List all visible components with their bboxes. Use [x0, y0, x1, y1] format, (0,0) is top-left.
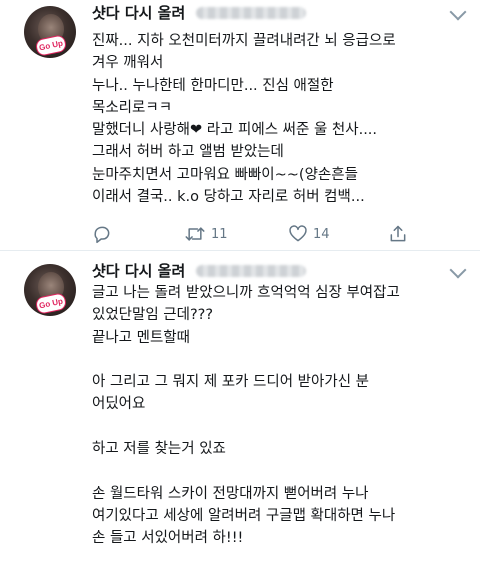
share-button[interactable]	[388, 222, 408, 246]
retweet-button[interactable]: 11	[184, 222, 228, 246]
action-bar: 11 14	[92, 222, 452, 246]
tweet-line: 손 들고 서있어버려 하!!!	[92, 530, 244, 547]
like-button[interactable]: 14	[288, 222, 330, 246]
chevron-down-icon[interactable]	[449, 3, 467, 21]
tweet-line	[92, 460, 462, 482]
tweet-line: 어딨어요	[92, 396, 146, 413]
tweet-line: 손 월드타워 스카이 전망대까지 뻗어버려 누나	[92, 485, 369, 502]
reply-icon	[94, 226, 110, 244]
like-count: 14	[313, 226, 330, 242]
tweet-line: 하고 저를 찾는거 있죠	[92, 441, 226, 458]
tweet-line: 그래서 허버 하고 앨범 받았는데	[92, 144, 284, 161]
chevron-down-icon[interactable]	[449, 261, 467, 279]
tweet-text: 진짜... 지하 오천미터까지 끌려내려간 뇌 응급으로 겨우 깨워서 누나..…	[92, 30, 462, 208]
tweet-line: 글고 나는 돌려 받았으니까 흐억억억 심장 부여잡고	[92, 285, 400, 301]
author-name[interactable]: 샷다 다시 올려	[92, 2, 185, 23]
blurred-handle	[196, 264, 307, 277]
retweet-count: 11	[211, 226, 228, 242]
tweet-line: 진짜... 지하 오천미터까지 끌려내려간 뇌 응급으로	[92, 33, 396, 49]
tweet-2[interactable]: Go Up 샷다 다시 올려 글고 나는 돌려 받았으니까 흐억억억 심장 부여…	[0, 252, 480, 564]
reply-button[interactable]	[92, 222, 117, 246]
tweet-line: 아 그리고 그 뭐지 제 포카 드디어 받아가신 분	[92, 374, 369, 391]
heart-icon	[289, 225, 307, 242]
tweet-text: 글고 나는 돌려 받았으니까 흐억억억 심장 부여잡고 있었단말임 근데??? …	[92, 282, 462, 550]
share-icon	[390, 225, 406, 242]
avatar[interactable]: Go Up	[24, 6, 76, 58]
tweet-line: 있었단말임 근데???	[92, 307, 214, 324]
divider	[0, 250, 480, 251]
retweet-icon	[185, 227, 205, 241]
tweet-line: 이래서 결국.. k.o 당하고 자리로 허버 컴백...	[92, 189, 365, 206]
tweet-line: 목소리로ㅋㅋ	[92, 99, 173, 116]
tweet-line: 여기있다고 세상에 알려버려 구글맵 확대하면 누나	[92, 507, 396, 524]
tweet-header: 샷다 다시 올려	[92, 260, 307, 282]
tweet-line: 눈마주치면서 고마워요 빠빠이~~(양손흔들	[92, 166, 358, 183]
tweet-line: 겨우 깨워서	[92, 55, 164, 72]
blurred-handle	[196, 6, 307, 19]
tweet-1[interactable]: Go Up 샷다 다시 올려 진짜... 지하 오천미터까지 끌려내려간 뇌 응…	[0, 0, 480, 252]
author-name[interactable]: 샷다 다시 올려	[92, 260, 185, 281]
tweet-line: 말했더니 사랑해❤ 라고 피에스 써준 울 천사....	[92, 122, 378, 139]
tweet-line	[92, 416, 462, 438]
tweet-line: 끝나고 멘트할때	[92, 329, 190, 346]
tweet-header: 샷다 다시 올려	[92, 2, 307, 24]
avatar[interactable]: Go Up	[24, 264, 76, 316]
tweet-line: 누나.. 누나한테 한마디만... 진심 애절한	[92, 77, 334, 94]
tweet-line	[92, 349, 462, 371]
